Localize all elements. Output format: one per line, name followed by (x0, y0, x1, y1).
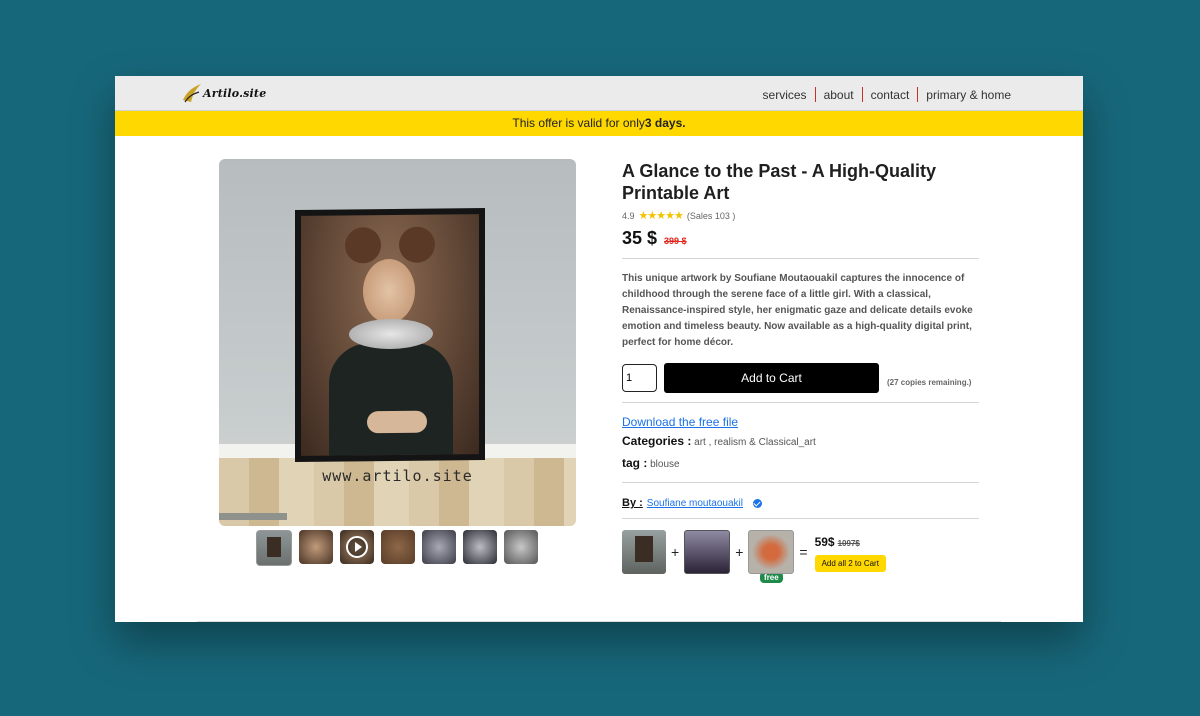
divider (622, 402, 979, 403)
divider (622, 482, 979, 483)
add-bundle-button[interactable]: Add all 2 to Cart (814, 555, 886, 572)
bottom-divider (197, 621, 1001, 622)
add-to-cart-button[interactable]: Add to Cart (664, 363, 879, 393)
painting-canvas (301, 214, 479, 456)
play-icon (346, 536, 368, 558)
plus-sign: + (671, 544, 680, 560)
quantity-input[interactable] (622, 364, 657, 392)
bundle-price-block: 59$ 1097$ Add all 2 to Cart (814, 533, 886, 572)
bird-logo-icon (183, 84, 201, 103)
browser-window: Artilo.site services about contact prima… (115, 76, 1083, 622)
free-bundle-item: free (748, 530, 795, 583)
video-thumbnail[interactable] (340, 530, 374, 564)
offer-banner: This offer is valid for only3 days. (115, 111, 1083, 136)
rating-value: 4.9 (622, 210, 635, 221)
site-logo[interactable]: Artilo.site (181, 82, 266, 104)
thumbnail-strip (256, 530, 576, 566)
top-navigation-bar: Artilo.site services about contact prima… (115, 76, 1083, 111)
nav-services[interactable]: services (755, 88, 815, 102)
thumbnail[interactable] (256, 530, 292, 566)
thumbnail[interactable] (463, 530, 497, 564)
girl-dress (329, 342, 453, 456)
watermark: www.artilo.site (322, 467, 473, 485)
painting-frame (295, 208, 485, 462)
categories-row: Categories : art , realism & Classical_a… (622, 434, 979, 448)
cart-row: Add to Cart (27 copies remaining.) (622, 363, 979, 393)
product-description: This unique artwork by Soufiane Moutaoua… (622, 273, 973, 348)
divider (622, 518, 979, 519)
nav-contact[interactable]: contact (863, 88, 918, 102)
bundle-offer: + + free = 59$ 1097$ Add all 2 to Cart (622, 530, 979, 583)
image-slider-progress[interactable] (219, 513, 287, 520)
bundle-item-image[interactable] (684, 530, 731, 574)
thumbnail[interactable] (422, 530, 456, 564)
plus-sign: + (735, 544, 744, 560)
product-title: A Glance to the Past - A High-Quality Pr… (622, 161, 937, 203)
offer-text: This offer is valid for only (512, 116, 645, 130)
hair-bun-right (399, 226, 435, 263)
copies-remaining: (27 copies remaining.) (887, 377, 972, 387)
tag-label: tag : (622, 456, 648, 470)
nav-about[interactable]: about (816, 88, 862, 102)
thumbnail[interactable] (504, 530, 538, 564)
star-rating-icon: ★★★★★ (638, 210, 684, 222)
current-price: 35 $ (622, 228, 658, 248)
hair-bun-left (345, 227, 381, 264)
rating-row: 4.9 ★★★★★ (Sales 103 ) (622, 209, 979, 222)
author-row: By : Soufiane moutaouakil (622, 497, 979, 509)
divider (622, 258, 979, 259)
thumbnail[interactable] (299, 530, 333, 564)
price-row: 35 $ 399 $ (622, 228, 979, 249)
nav-primary-home[interactable]: primary & home (918, 88, 1019, 102)
tag-value[interactable]: blouse (650, 459, 679, 470)
thumbnail[interactable] (381, 530, 415, 564)
sales-count: (Sales 103 ) (686, 210, 736, 221)
old-price: 399 $ (664, 236, 687, 246)
product-gallery: www.artilo.site (219, 159, 576, 566)
product-info: A Glance to the Past - A High-Quality Pr… (622, 160, 979, 583)
categories-label: Categories : (622, 434, 692, 448)
tag-row: tag : blouse (622, 456, 979, 470)
download-free-link[interactable]: Download the free file (622, 415, 979, 429)
verified-check-icon (752, 498, 762, 508)
girl-hands (367, 410, 427, 434)
bundle-item-image[interactable] (748, 530, 795, 574)
main-product-image[interactable]: www.artilo.site (219, 159, 576, 526)
offer-highlight: 3 days. (644, 116, 686, 130)
logo-text: Artilo.site (203, 86, 267, 100)
categories-value[interactable]: art , realism & Classical_art (694, 437, 816, 448)
author-link[interactable]: Soufiane moutaouakil (647, 498, 743, 509)
bundle-old-price: 1097$ (837, 539, 860, 548)
bundle-item-image[interactable] (622, 530, 666, 574)
girl-face (363, 258, 415, 324)
equals-sign: = (799, 544, 808, 560)
main-nav: services about contact primary & home (755, 87, 1019, 102)
bundle-price: 59$ (814, 535, 835, 549)
by-label: By : (622, 497, 643, 509)
